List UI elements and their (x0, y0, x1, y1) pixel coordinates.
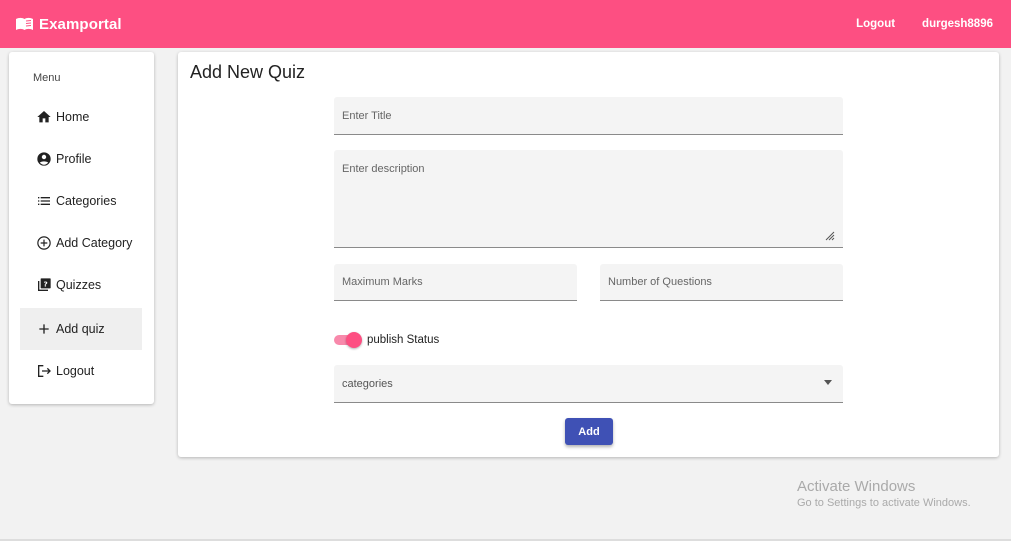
sidebar-item-categories[interactable]: Categories (20, 180, 142, 222)
categories-select[interactable]: categories (334, 365, 843, 403)
max-marks-input[interactable] (334, 264, 577, 300)
sidebar-item-label: Quizzes (56, 278, 102, 292)
quiz-icon: ? (35, 277, 52, 294)
num-questions-input[interactable] (600, 264, 843, 300)
sidebar: Menu Home Profile Categories Add Categor… (9, 52, 154, 404)
watermark-subtitle: Go to Settings to activate Windows. (797, 497, 971, 509)
top-navbar: Examportal Logout durgesh8896 (0, 0, 1011, 48)
add-circle-icon (35, 235, 52, 252)
sidebar-item-quizzes[interactable]: ? Quizzes (20, 264, 142, 306)
home-icon (35, 109, 52, 126)
description-field (334, 150, 843, 248)
resize-grip-icon[interactable] (825, 231, 835, 241)
add-quiz-button[interactable]: Add (565, 418, 613, 445)
sidebar-item-logout[interactable]: Logout (20, 350, 142, 392)
top-nav: Logout durgesh8896 (856, 18, 1011, 30)
toggle-thumb (346, 332, 362, 348)
svg-text:?: ? (43, 279, 47, 288)
description-textarea[interactable] (334, 150, 843, 247)
list-icon (35, 193, 52, 210)
sidebar-item-label: Profile (56, 152, 92, 166)
title-field (334, 97, 843, 135)
book-open-icon (15, 17, 34, 31)
chevron-down-icon (824, 380, 832, 385)
sidebar-item-profile[interactable]: Profile (20, 138, 142, 180)
activate-windows-watermark: Activate Windows Go to Settings to activ… (797, 478, 971, 509)
sidebar-item-label: Logout (56, 364, 95, 378)
watermark-title: Activate Windows (797, 478, 916, 495)
sidebar-item-label: Home (56, 110, 90, 124)
publish-status-label: publish Status (367, 334, 440, 346)
sidebar-item-add-quiz[interactable]: Add quiz (20, 308, 142, 350)
page-title: Add New Quiz (190, 62, 306, 82)
num-questions-field (600, 264, 843, 301)
publish-toggle[interactable] (334, 332, 362, 348)
sidebar-item-home[interactable]: Home (20, 96, 142, 138)
sidebar-item-label: Categories (56, 194, 117, 208)
sidebar-item-label: Add Category (56, 236, 133, 250)
logout-icon (35, 363, 52, 380)
username-link[interactable]: durgesh8896 (922, 18, 993, 30)
account-circle-icon (35, 151, 52, 168)
sidebar-item-add-category[interactable]: Add Category (20, 222, 142, 264)
brand[interactable]: Examportal (15, 16, 122, 33)
sidebar-item-label: Add quiz (56, 322, 105, 336)
categories-select-label: categories (342, 378, 393, 390)
top-logout-link[interactable]: Logout (856, 18, 895, 30)
max-marks-field (334, 264, 577, 301)
brand-title: Examportal (39, 15, 122, 33)
sidebar-heading: Menu (33, 72, 61, 84)
title-input[interactable] (334, 97, 843, 134)
plus-icon (35, 321, 52, 338)
